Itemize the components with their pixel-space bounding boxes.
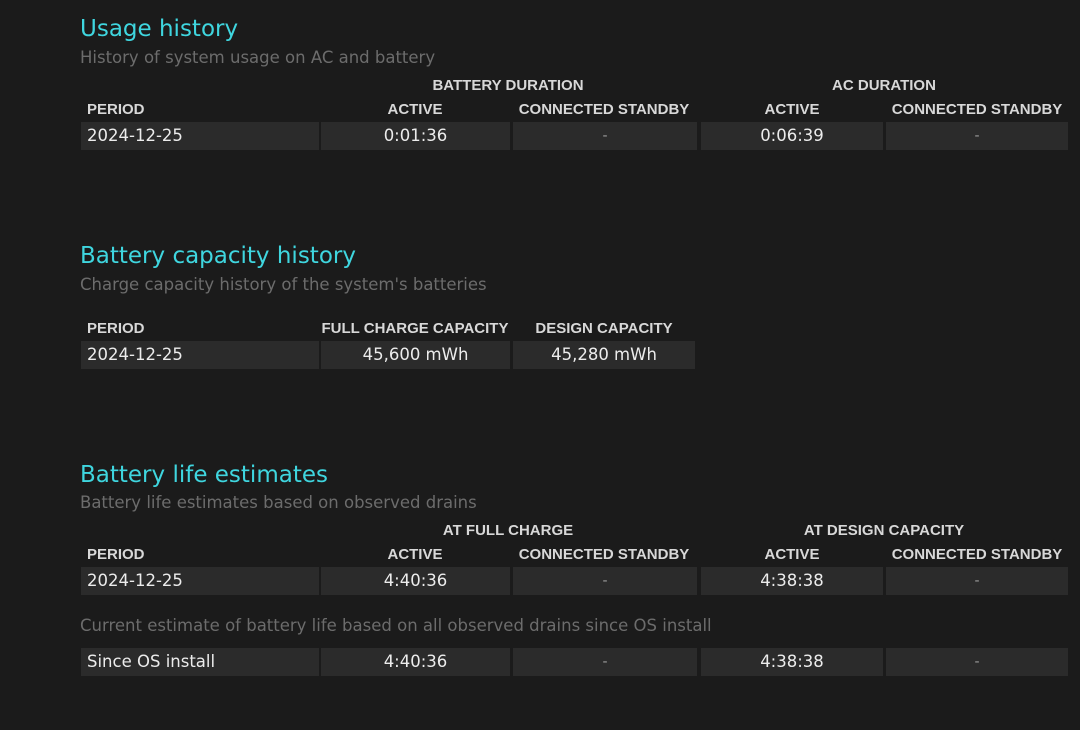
battery-capacity-history-subtitle: Charge capacity history of the system's … — [80, 275, 487, 294]
battery-life-estimates-title: Battery life estimates — [80, 462, 328, 488]
battery-active-cell: 0:01:36 — [321, 122, 510, 150]
battery-connected-standby-cell: - — [513, 122, 697, 150]
design-connected-standby-column-header: CONNECTED STANDBY — [891, 546, 1063, 563]
ac-connected-standby-cell: - — [886, 122, 1068, 150]
design-connected-standby-cell: - — [886, 567, 1068, 595]
os-install-estimate-note: Current estimate of battery life based o… — [80, 616, 712, 635]
ac-connected-standby-column-header: CONNECTED STANDBY — [891, 101, 1063, 118]
design-active-column-header: ACTIVE — [764, 546, 820, 563]
usage-history-title: Usage history — [80, 16, 239, 42]
battery-life-estimates-subtitle: Battery life estimates based on observed… — [80, 493, 477, 512]
full-connected-standby-cell: - — [513, 567, 697, 595]
full-charge-capacity-column-header: FULL CHARGE CAPACITY — [321, 320, 509, 337]
ac-active-column-header: ACTIVE — [764, 101, 820, 118]
full-active-column-header: ACTIVE — [387, 546, 443, 563]
at-design-capacity-group-header: AT DESIGN CAPACITY — [803, 522, 965, 539]
period-column-header: PERIOD — [87, 320, 145, 337]
full-active-cell: 4:40:36 — [321, 567, 510, 595]
design-active-cell: 4:38:38 — [701, 567, 883, 595]
os-full-connected-standby-cell: - — [513, 648, 697, 676]
period-cell: 2024-12-25 — [81, 122, 319, 150]
at-full-charge-group-header: AT FULL CHARGE — [442, 522, 574, 539]
period-cell: 2024-12-25 — [81, 567, 319, 595]
since-os-install-label-cell: Since OS install — [81, 648, 319, 676]
battery-capacity-history-title: Battery capacity history — [80, 243, 356, 269]
period-column-header: PERIOD — [87, 546, 145, 563]
battery-duration-group-header: BATTERY DURATION — [432, 77, 584, 94]
full-charge-capacity-cell: 45,600 mWh — [321, 341, 510, 369]
os-design-active-cell: 4:38:38 — [701, 648, 883, 676]
design-capacity-cell: 45,280 mWh — [513, 341, 695, 369]
ac-duration-group-header: AC DURATION — [832, 77, 936, 94]
design-capacity-column-header: DESIGN CAPACITY — [535, 320, 673, 337]
period-cell: 2024-12-25 — [81, 341, 319, 369]
full-connected-standby-column-header: CONNECTED STANDBY — [518, 546, 690, 563]
usage-history-subtitle: History of system usage on AC and batter… — [80, 48, 436, 67]
period-column-header: PERIOD — [87, 101, 145, 118]
battery-connected-standby-column-header: CONNECTED STANDBY — [518, 101, 690, 118]
ac-active-cell: 0:06:39 — [701, 122, 883, 150]
battery-active-column-header: ACTIVE — [387, 101, 443, 118]
os-full-active-cell: 4:40:36 — [321, 648, 510, 676]
os-design-connected-standby-cell: - — [886, 648, 1068, 676]
